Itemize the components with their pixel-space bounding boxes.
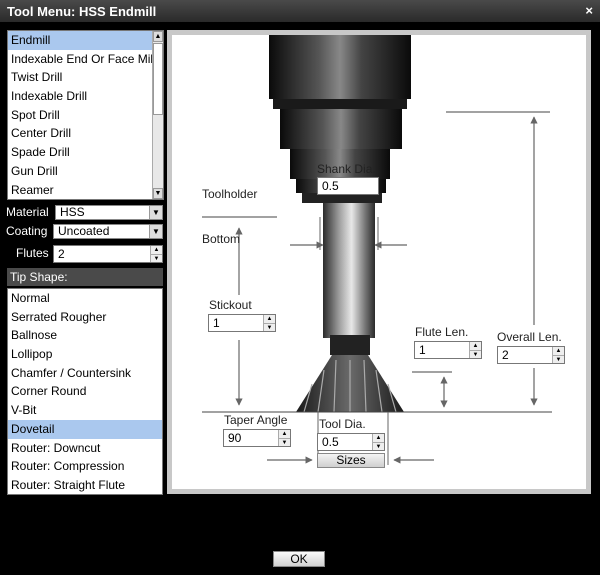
title-bar: Tool Menu: HSS Endmill × bbox=[0, 0, 600, 22]
scroll-up-icon[interactable]: ▲ bbox=[153, 31, 163, 42]
flutes-value: 2 bbox=[58, 247, 65, 261]
tool-type-item[interactable]: Spot Drill bbox=[8, 106, 152, 125]
overall-len-stepper[interactable]: 2 ▲ ▼ bbox=[497, 346, 565, 364]
tool-dia-stepper[interactable]: 0.5 ▲ ▼ bbox=[317, 433, 385, 451]
tip-shape-item[interactable]: Corner Round bbox=[8, 382, 162, 401]
material-label: Material bbox=[6, 205, 49, 219]
flute-len-stepper[interactable]: 1 ▲ ▼ bbox=[414, 341, 482, 359]
scroll-down-icon[interactable]: ▼ bbox=[153, 188, 163, 199]
tool-type-item[interactable]: Indexable End Or Face Mill bbox=[8, 50, 156, 69]
decrement-icon[interactable]: ▼ bbox=[279, 438, 290, 446]
decrement-icon[interactable]: ▼ bbox=[553, 355, 564, 363]
tip-shape-item[interactable]: Ballnose bbox=[8, 326, 162, 345]
overall-len-label: Overall Len. bbox=[497, 330, 562, 344]
coating-label: Coating bbox=[6, 224, 48, 238]
sizes-button[interactable]: Sizes bbox=[317, 453, 385, 468]
increment-icon[interactable]: ▲ bbox=[373, 434, 384, 442]
flutes-label: Flutes bbox=[16, 246, 49, 260]
shank-dia-label: Shank Dia. bbox=[317, 162, 376, 176]
tool-type-list[interactable]: Endmill Indexable End Or Face Mill Twist D… bbox=[7, 30, 164, 200]
decrement-icon[interactable]: ▼ bbox=[151, 254, 162, 262]
taper-angle-label: Taper Angle bbox=[224, 413, 288, 427]
tool-menu-window: Endmill Indexable End Or Face Mill Twist D… bbox=[0, 22, 600, 575]
tool-dia-label: Tool Dia. bbox=[319, 417, 366, 431]
tip-shape-item[interactable]: Normal bbox=[8, 289, 162, 308]
tool-type-item[interactable]: Spade Drill bbox=[8, 143, 152, 162]
tip-shape-item[interactable]: Router: Straight Flute bbox=[8, 476, 162, 494]
increment-icon[interactable]: ▲ bbox=[279, 430, 290, 438]
tool-diagram-panel: Toolholder Bottom Shank Dia. 0.5 Stickou… bbox=[167, 30, 591, 494]
tool-type-item[interactable]: Endmill bbox=[8, 31, 152, 50]
material-value: HSS bbox=[60, 205, 85, 219]
chevron-down-icon[interactable]: ▼ bbox=[149, 225, 162, 238]
stickout-stepper[interactable]: 1 ▲ ▼ bbox=[208, 314, 276, 332]
increment-icon[interactable]: ▲ bbox=[470, 342, 481, 350]
toolholder-label: Toolholder bbox=[202, 187, 258, 201]
taper-angle-stepper[interactable]: 90 ▲ ▼ bbox=[223, 429, 291, 447]
tip-shape-item[interactable]: Dovetail bbox=[8, 419, 162, 439]
decrement-icon[interactable]: ▼ bbox=[470, 350, 481, 358]
tool-type-item[interactable]: Twist Drill bbox=[8, 68, 152, 87]
increment-icon[interactable]: ▲ bbox=[553, 347, 564, 355]
chevron-down-icon[interactable]: ▼ bbox=[149, 206, 162, 219]
increment-icon[interactable]: ▲ bbox=[264, 315, 275, 323]
tool-type-item[interactable]: Center Drill bbox=[8, 124, 152, 143]
tip-shape-item[interactable]: Serrated Rougher bbox=[8, 308, 162, 327]
shank-dia-input[interactable]: 0.5 bbox=[317, 177, 379, 195]
material-select[interactable]: HSS ▼ bbox=[55, 205, 163, 220]
tip-shape-list[interactable]: Normal Serrated Rougher Ballnose Lollipop Ch… bbox=[7, 288, 163, 495]
scroll-thumb[interactable] bbox=[153, 43, 163, 115]
window-title: Tool Menu: HSS Endmill bbox=[7, 4, 157, 19]
tool-type-item[interactable]: Gun Drill bbox=[8, 162, 152, 181]
bottom-label: Bottom bbox=[202, 232, 241, 246]
stickout-label: Stickout bbox=[209, 298, 252, 312]
tool-type-item[interactable]: Reamer bbox=[8, 181, 152, 200]
tip-shape-item[interactable]: Lollipop bbox=[8, 345, 162, 364]
tip-shape-item[interactable]: Chamfer / Countersink bbox=[8, 364, 162, 383]
tip-shape-item[interactable]: Router: Compression bbox=[8, 457, 162, 476]
decrement-icon[interactable]: ▼ bbox=[373, 442, 384, 450]
tip-shape-item[interactable]: Router: Downcut bbox=[8, 439, 162, 458]
ok-button[interactable]: OK bbox=[273, 551, 325, 567]
decrement-icon[interactable]: ▼ bbox=[264, 323, 275, 331]
tool-diagram: Toolholder Bottom Shank Dia. 0.5 Stickou… bbox=[172, 35, 586, 489]
increment-icon[interactable]: ▲ bbox=[151, 246, 162, 254]
flute-len-label: Flute Len. bbox=[415, 325, 469, 339]
tip-shape-item[interactable]: V-Bit bbox=[8, 401, 162, 420]
coating-select[interactable]: Uncoated ▼ bbox=[53, 224, 163, 239]
tool-type-item[interactable]: Indexable Drill bbox=[8, 87, 152, 106]
flutes-stepper[interactable]: 2 ▲ ▼ bbox=[53, 245, 163, 263]
tip-shape-header: Tip Shape: bbox=[7, 268, 163, 286]
coating-value: Uncoated bbox=[58, 224, 110, 238]
close-icon[interactable]: × bbox=[585, 3, 593, 18]
tool-type-scrollbar[interactable]: ▲ ▼ bbox=[152, 31, 163, 199]
